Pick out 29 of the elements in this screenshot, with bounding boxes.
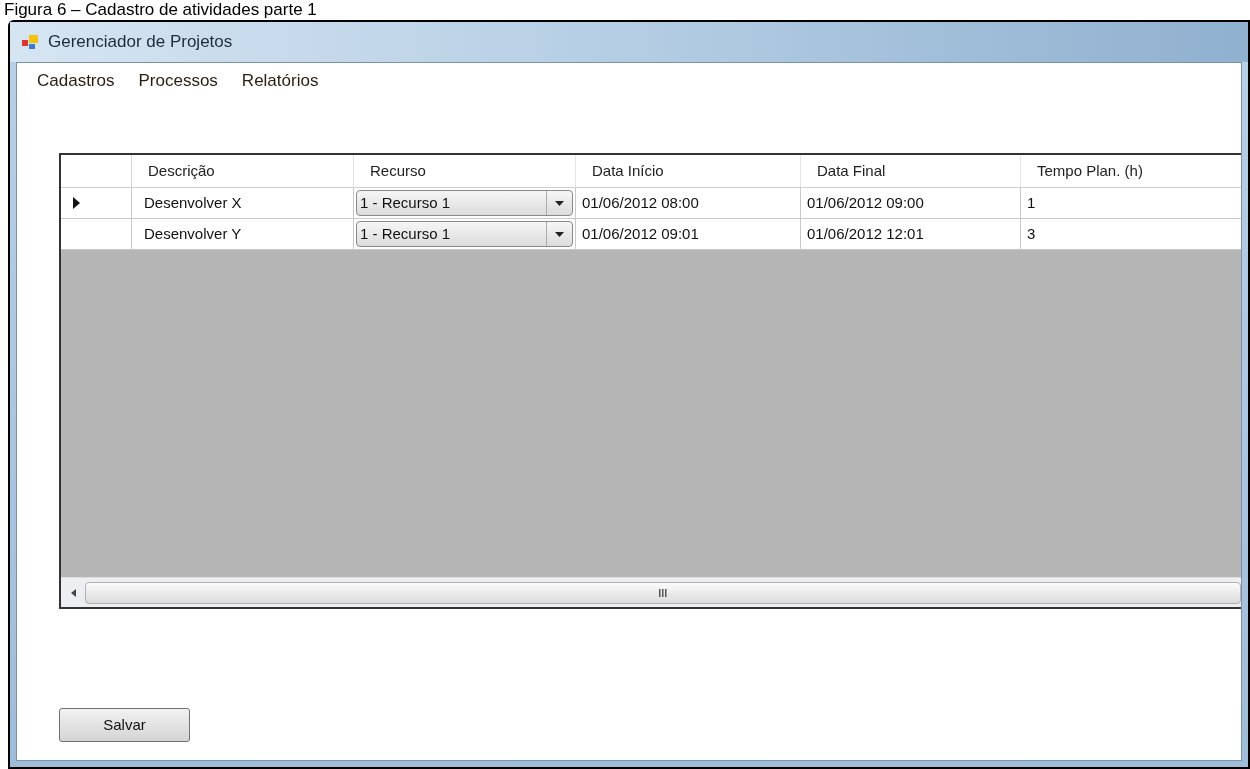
dropdown-caret-icon bbox=[555, 200, 564, 206]
figure-caption: Figura 6 – Cadastro de atividades parte 1 bbox=[4, 0, 317, 19]
scroll-left-icon[interactable] bbox=[70, 588, 76, 597]
table-cell: 1 bbox=[1021, 188, 1250, 218]
current-row-icon bbox=[73, 197, 80, 209]
table-cell: 01/06/2012 08:00 bbox=[576, 188, 801, 218]
column-header[interactable]: Descrição bbox=[132, 155, 354, 187]
menu-item[interactable]: Processos bbox=[132, 68, 224, 94]
horizontal-scrollbar[interactable] bbox=[61, 577, 1241, 607]
column-header[interactable]: Data Final bbox=[801, 155, 1021, 187]
column-header[interactable]: Data Início bbox=[576, 155, 801, 187]
resource-dropdown[interactable]: 1 - Recurso 1 bbox=[356, 190, 573, 216]
table-cell: 01/06/2012 12:01 bbox=[801, 219, 1021, 249]
menu-item[interactable]: Cadastros bbox=[31, 68, 121, 94]
save-button[interactable]: Salvar bbox=[59, 708, 190, 742]
app-icon bbox=[22, 34, 40, 50]
scrollbar-thumb[interactable] bbox=[85, 581, 1241, 604]
table-cell: Desenvolver Y bbox=[132, 219, 354, 249]
column-header[interactable]: Tempo Plan. (h) bbox=[1021, 155, 1250, 187]
resource-dropdown[interactable]: 1 - Recurso 1 bbox=[356, 221, 573, 247]
table-cell: Desenvolver X bbox=[132, 188, 354, 218]
grip-icon bbox=[659, 588, 667, 597]
table-cell: 3 bbox=[1021, 219, 1250, 249]
window-title: Gerenciador de Projetos bbox=[48, 31, 233, 54]
menu-item[interactable]: Relatórios bbox=[235, 68, 325, 94]
table-cell: 01/06/2012 09:01 bbox=[576, 219, 801, 249]
dropdown-caret-icon bbox=[555, 231, 564, 237]
table-cell: 01/06/2012 09:00 bbox=[801, 188, 1021, 218]
column-header[interactable]: Recurso bbox=[354, 155, 576, 187]
